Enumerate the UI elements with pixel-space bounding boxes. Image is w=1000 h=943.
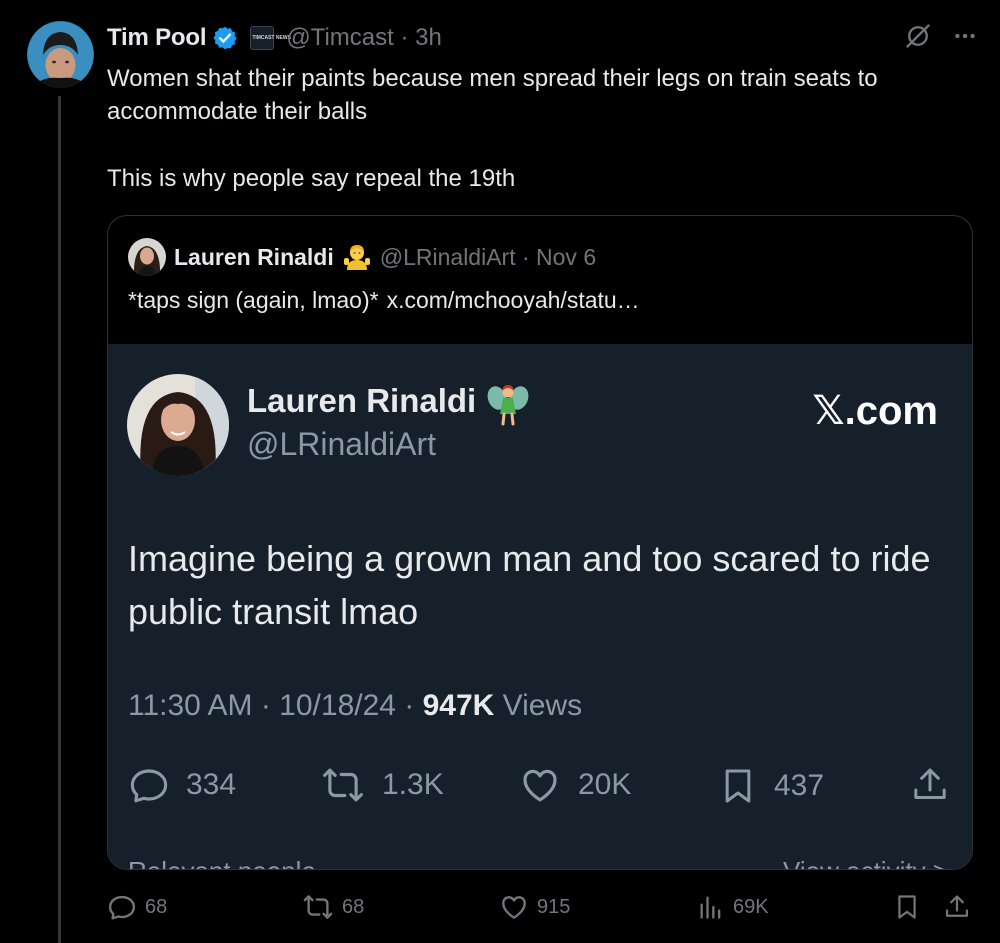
views-button[interactable]: 69K (697, 890, 769, 924)
screenshot-tweet-text: Imagine being a grown man and too scared… (128, 538, 931, 632)
screenshot-reply: 334 (128, 764, 236, 806)
screenshot-cutoff-row: Relevant people View activity > (128, 856, 948, 869)
more-icon[interactable] (952, 23, 978, 49)
tweet-text-line-1: Women shat their paints because men spre… (107, 65, 878, 125)
screenshot-bookmark-count: 437 (774, 769, 825, 802)
thread-line (58, 96, 61, 943)
tweet-text: Women shat their paints because men spre… (107, 62, 977, 195)
screenshot-avatar (127, 374, 229, 476)
bookmark-icon (718, 764, 758, 808)
share-icon (943, 892, 971, 922)
reply-button[interactable]: 68 (107, 890, 167, 924)
quote-author-handle-time[interactable]: @LRinaldiArt · Nov 6 (380, 244, 596, 271)
share-button[interactable] (943, 890, 971, 924)
author-avatar[interactable] (27, 21, 94, 88)
screenshot-bookmark: 437 (718, 764, 824, 808)
quote-author-name[interactable]: Lauren Rinaldi (174, 244, 334, 271)
affiliation-badge[interactable]: TIMCAST NEWS (250, 26, 291, 50)
views-icon (697, 892, 725, 922)
screenshot-views-count: 947K (422, 689, 495, 722)
bookmark-icon (893, 892, 921, 922)
grok-icon[interactable] (904, 22, 932, 50)
screenshot-like: 20K (518, 764, 631, 806)
tweet-action-bar: 68 68 915 69K (107, 890, 973, 924)
repost-button[interactable]: 68 (302, 890, 364, 924)
embedded-screenshot-image[interactable]: Lauren Rinaldi @LRinaldiArt 𝕏.com Imagin… (108, 344, 972, 869)
screenshot-author-name: Lauren Rinaldi (247, 382, 477, 419)
screenshot-share (910, 764, 950, 806)
share-icon (910, 764, 950, 806)
quote-link[interactable]: x.com/mchooyah/statu… (387, 287, 640, 313)
tweet-view: Tim Pool TIMCAST NEWS @Timcast · 3h Wome… (0, 0, 1000, 943)
screenshot-meta: 11:30 AM · 10/18/24 · 947K Views (128, 689, 582, 723)
screenshot-repost: 1.3K (320, 764, 444, 806)
author-handle-time[interactable]: @Timcast · 3h (286, 24, 442, 52)
author-name[interactable]: Tim Pool (107, 24, 207, 52)
reply-icon (128, 764, 170, 806)
repost-count: 68 (342, 895, 365, 918)
person-emoji-icon (342, 242, 372, 272)
screenshot-reply-count: 334 (186, 768, 237, 801)
like-count: 915 (537, 895, 571, 918)
screenshot-repost-count: 1.3K (382, 768, 444, 801)
quote-tweet-card[interactable]: Lauren Rinaldi @LRinaldiArt · Nov 6 *tap… (107, 215, 973, 870)
screenshot-cutoff-right: View activity > (783, 856, 948, 869)
repost-icon (320, 764, 366, 806)
like-icon (518, 764, 562, 806)
like-button[interactable]: 915 (499, 890, 570, 924)
fairy-emoji-icon (486, 382, 530, 426)
reply-icon (107, 892, 137, 922)
quote-author-avatar[interactable] (128, 238, 166, 276)
screenshot-actions: 334 1.3K 20K 437 (128, 764, 958, 810)
quote-text: *taps sign (again, lmao)* x.com/mchooyah/… (128, 287, 640, 314)
reply-count: 68 (145, 895, 168, 918)
verified-badge-icon[interactable] (212, 25, 238, 51)
tweet-text-line-2: This is why people say repeal the 19th (107, 165, 516, 192)
screenshot-brand-logo: 𝕏.com (812, 389, 938, 433)
repost-icon (302, 892, 334, 922)
tweet-header: Tim Pool TIMCAST NEWS @Timcast · 3h (107, 22, 442, 54)
affiliation-badge-text: TIMCAST NEWS (252, 34, 291, 41)
bookmark-button[interactable] (893, 890, 921, 924)
screenshot-views-label: Views (494, 689, 583, 722)
views-count: 69K (733, 895, 769, 918)
screenshot-author-handle: @LRinaldiArt (247, 426, 436, 462)
screenshot-cutoff-left: Relevant people (128, 856, 316, 869)
screenshot-like-count: 20K (578, 768, 632, 801)
quote-header: Lauren Rinaldi @LRinaldiArt · Nov 6 (128, 238, 596, 276)
screenshot-timestamp: 11:30 AM · 10/18/24 · (128, 689, 423, 722)
quote-text-body: *taps sign (again, lmao)* (128, 287, 379, 313)
like-icon (499, 892, 529, 922)
tweet-top-actions (904, 22, 978, 50)
